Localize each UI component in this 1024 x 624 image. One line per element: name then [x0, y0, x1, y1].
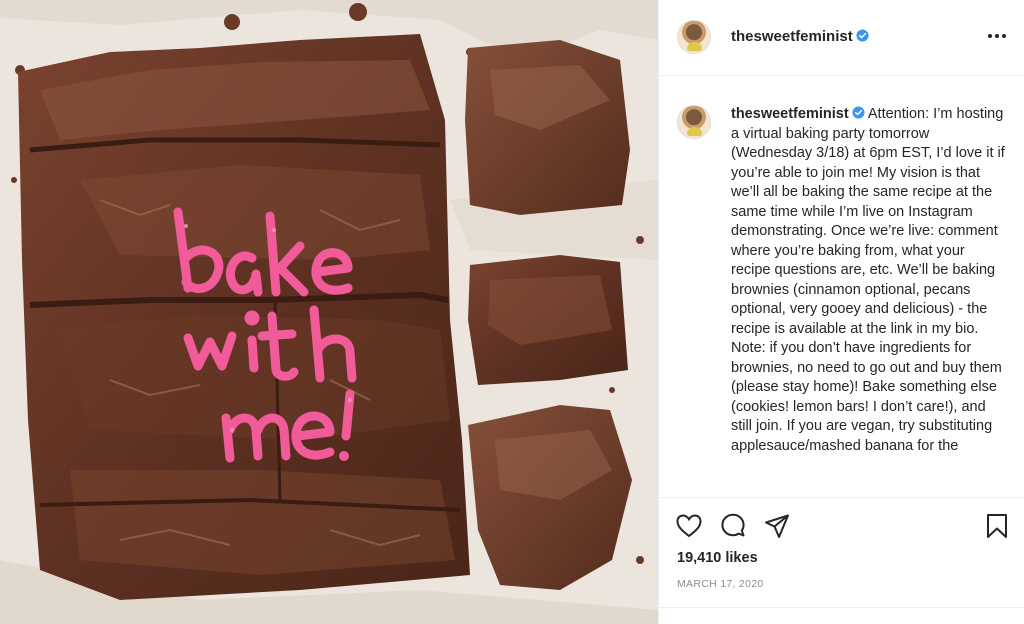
caption: thesweetfeminist Attention: I’m hosting … — [731, 105, 1007, 456]
caption-area: thesweetfeminist Attention: I’m hosting … — [659, 77, 1024, 497]
bookmark-icon[interactable] — [983, 512, 1011, 540]
avatar[interactable] — [677, 20, 711, 54]
caption-username[interactable]: thesweetfeminist — [731, 106, 865, 122]
verified-badge-icon — [852, 106, 865, 119]
actions-bar: 19,410 likes MARCH 17, 2020 — [659, 497, 1024, 607]
comment-bar[interactable] — [659, 607, 1024, 624]
send-icon[interactable] — [763, 512, 791, 540]
verified-badge-icon — [856, 29, 869, 42]
header-username[interactable]: thesweetfeminist — [731, 28, 869, 45]
comment-icon[interactable] — [719, 512, 747, 540]
post-sidebar: thesweetfeminist thesweetfeminist Attent… — [658, 0, 1024, 624]
heart-icon[interactable] — [675, 512, 703, 540]
post-date[interactable]: MARCH 17, 2020 — [677, 578, 764, 590]
post-image[interactable] — [0, 0, 658, 624]
brownie-piece-top — [465, 40, 630, 215]
post-header: thesweetfeminist — [659, 0, 1024, 76]
likes-count[interactable]: 19,410 likes — [677, 550, 758, 566]
caption-text: Attention: I’m hosting a virtual baking … — [731, 106, 1005, 454]
more-options-icon[interactable] — [985, 24, 1009, 48]
caption-avatar[interactable] — [677, 105, 711, 139]
brownie-photo — [0, 0, 658, 624]
